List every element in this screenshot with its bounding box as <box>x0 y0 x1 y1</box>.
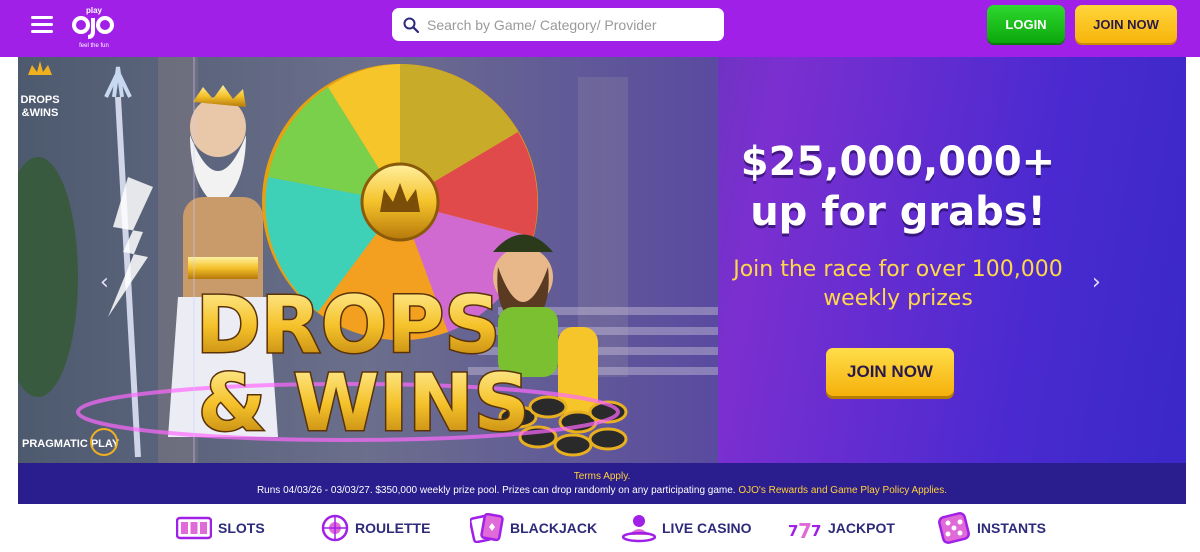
category-blackjack[interactable]: BLACKJACK <box>470 512 597 544</box>
login-button[interactable]: LOGIN <box>987 5 1065 43</box>
category-roulette[interactable]: ROULETTE <box>321 512 430 544</box>
category-label: BLACKJACK <box>510 520 598 536</box>
svg-text:&WINS: &WINS <box>22 107 59 119</box>
terms-apply-link[interactable]: Terms Apply. <box>18 470 1186 484</box>
playojo-logo[interactable]: play feel the fun <box>70 3 118 51</box>
category-label: SLOTS <box>218 520 265 536</box>
roulette-icon <box>321 514 349 542</box>
top-header: play feel the fun LOGIN JOIN NOW <box>0 0 1200 57</box>
category-live-casino[interactable]: LIVE CASINO <box>622 512 751 544</box>
join-now-button[interactable]: JOIN NOW <box>1075 5 1177 43</box>
svg-text:7: 7 <box>788 522 798 540</box>
777-icon: 7 7 7 <box>788 519 821 541</box>
terms-text: Runs 04/03/26 - 03/03/27. $350,000 weekl… <box>256 485 736 496</box>
category-jackpot[interactable]: 7 7 7 JACKPOT <box>788 512 895 544</box>
carousel-next-icon[interactable]: › <box>1092 270 1101 295</box>
category-nav: SLOTS ROULETTE BLACKJACK LIVE CASINO 7 7 <box>0 504 1200 552</box>
svg-text:DROPS: DROPS <box>20 94 59 106</box>
hero-subline-2: weekly prizes <box>823 286 973 311</box>
hero-subline-1: Join the race for over 100,000 <box>733 257 1063 282</box>
title-art-drops: DROPS <box>196 281 500 371</box>
cards-icon <box>470 513 504 543</box>
rewards-policy-link[interactable]: OJO's Rewards and Game Play Policy Appli… <box>738 485 947 496</box>
drops-and-wins-artwork: DROPS & WINS DROPS &WINS PRAGMATIC PLAY <box>18 57 718 463</box>
svg-text:7: 7 <box>798 519 812 541</box>
slots-icon <box>176 516 212 540</box>
hero-headline-amount: $25,000,000+ <box>740 139 1056 185</box>
category-label: LIVE CASINO <box>662 520 752 536</box>
carousel-prev-icon[interactable]: ‹ <box>100 270 109 295</box>
search-bar[interactable] <box>392 8 724 41</box>
category-label: JACKPOT <box>828 520 895 536</box>
pragmatic-play-logo: PRAGMATIC PLAY <box>22 438 120 450</box>
hero-join-now-button[interactable]: JOIN NOW <box>826 348 954 396</box>
title-art-wins: & WINS <box>198 359 530 449</box>
category-label: ROULETTE <box>355 520 431 536</box>
hero-headline-tagline: up for grabs! <box>750 189 1046 235</box>
svg-text:play: play <box>86 6 103 15</box>
category-slots[interactable]: SLOTS <box>176 512 265 544</box>
menu-icon[interactable] <box>31 16 53 34</box>
category-label: INSTANTS <box>977 520 1046 536</box>
search-icon <box>403 17 419 33</box>
hero-copy: $25,000,000+ up for grabs! Join the race… <box>718 137 1078 313</box>
terms-bar: Terms Apply. Runs 04/03/26 - 03/03/27. $… <box>18 463 1186 504</box>
terms-details: Runs 04/03/26 - 03/03/27. $350,000 weekl… <box>18 484 1186 498</box>
dice-icon <box>938 512 970 544</box>
dealer-icon <box>622 515 656 543</box>
svg-text:feel the fun: feel the fun <box>79 43 109 49</box>
search-input[interactable] <box>427 16 707 33</box>
hero-banner[interactable]: DROPS & WINS DROPS &WINS PRAGMATIC PLAY … <box>18 57 1186 463</box>
category-instants[interactable]: INSTANTS <box>937 512 1046 544</box>
svg-text:7: 7 <box>811 522 821 540</box>
